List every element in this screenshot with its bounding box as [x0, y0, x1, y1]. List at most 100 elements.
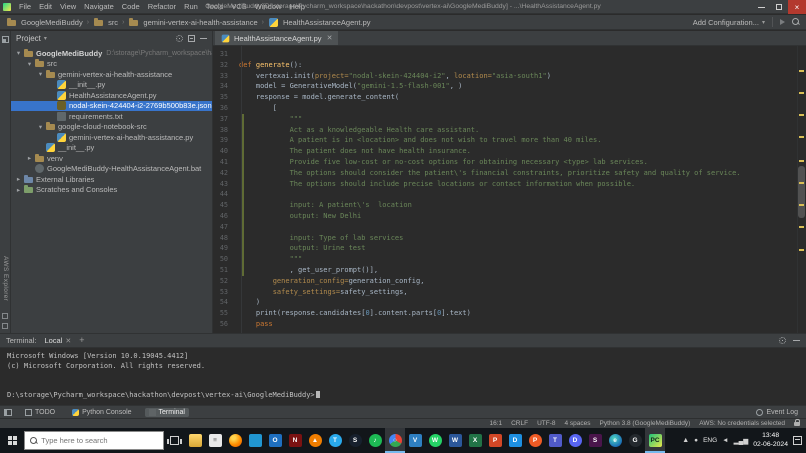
terminal-settings-icon[interactable]: [779, 337, 786, 344]
tree-item[interactable]: ▸ External Libraries: [11, 174, 212, 185]
taskbar-app-excel[interactable]: X: [465, 428, 485, 453]
taskbar-app-docker[interactable]: D: [505, 428, 525, 453]
status-segment[interactable]: 4 spaces: [565, 420, 591, 427]
tool-button-event-log[interactable]: Event Log: [752, 408, 802, 417]
close-button[interactable]: ×: [788, 0, 806, 14]
minimize-button[interactable]: [752, 0, 770, 14]
taskbar-search[interactable]: [24, 431, 164, 450]
hide-panel-icon[interactable]: [200, 38, 207, 39]
expand-arrow-icon[interactable]: ▸: [14, 175, 23, 183]
add-configuration-button[interactable]: Add Configuration... ▾: [693, 18, 765, 27]
tree-item[interactable]: HealthAssistanceAgent.py: [11, 90, 212, 101]
gear-icon[interactable]: [176, 35, 183, 42]
start-button[interactable]: [0, 428, 24, 453]
taskbar-app-chrome[interactable]: ○: [385, 428, 405, 453]
taskbar-app-notepad[interactable]: ≡: [205, 428, 225, 453]
maximize-button[interactable]: [770, 0, 788, 14]
taskbar-app-pycharm[interactable]: PC: [645, 428, 665, 453]
expand-arrow-icon[interactable]: ▾: [25, 60, 34, 68]
tray-expand-icon[interactable]: ▲: [682, 437, 689, 444]
taskbar-app-spotify[interactable]: ♪: [365, 428, 385, 453]
expand-arrow-icon[interactable]: ▸: [14, 186, 23, 194]
breadcrumb-item[interactable]: GoogleMediBuddy: [6, 17, 83, 27]
status-segment[interactable]: UTF-8: [537, 420, 555, 427]
language-indicator[interactable]: ENG: [703, 437, 717, 444]
search-everywhere-icon[interactable]: [792, 18, 800, 26]
scrollbar-thumb[interactable]: [798, 166, 805, 218]
taskbar-app-postman[interactable]: P: [525, 428, 545, 453]
tray-app-icon[interactable]: ●: [694, 437, 698, 444]
collapse-all-icon[interactable]: [188, 35, 195, 42]
tool-button-python-console[interactable]: Python Console: [68, 408, 135, 417]
favorites-tool-icon[interactable]: [2, 323, 8, 329]
menu-item-run[interactable]: Run: [180, 0, 202, 14]
project-panel-title[interactable]: Project: [16, 34, 41, 43]
tree-item[interactable]: __init__.py: [11, 143, 212, 154]
breadcrumb-item[interactable]: gemini-vertex-ai-health-assistance: [128, 17, 258, 27]
taskbar-app-firefox[interactable]: [225, 428, 245, 453]
volume-icon[interactable]: ◄: [722, 437, 728, 444]
expand-arrow-icon[interactable]: ▸: [25, 154, 34, 162]
tree-item[interactable]: __init__.py: [11, 80, 212, 91]
menu-item-edit[interactable]: Edit: [35, 0, 56, 14]
close-tab-icon[interactable]: ✕: [327, 34, 333, 42]
action-center-icon[interactable]: [793, 436, 802, 445]
taskbar-app-steam[interactable]: S: [345, 428, 365, 453]
lock-icon[interactable]: [794, 418, 800, 426]
expand-arrow-icon[interactable]: ▾: [36, 70, 45, 78]
menu-item-refactor[interactable]: Refactor: [144, 0, 180, 14]
tree-item[interactable]: ▸ Scratches and Consoles: [11, 185, 212, 196]
terminal-tab-local[interactable]: Local ✕: [44, 336, 71, 345]
taskbar-app-word[interactable]: W: [445, 428, 465, 453]
tree-item[interactable]: ▸ venv: [11, 153, 212, 164]
taskbar-app-photos[interactable]: [245, 428, 265, 453]
menu-item-code[interactable]: Code: [118, 0, 144, 14]
tree-item[interactable]: ▾ GoogleMediBuddy D:\storage\Pycharm_works…: [11, 48, 212, 59]
chevron-down-icon[interactable]: ▾: [44, 35, 47, 42]
network-icon[interactable]: ▂▄▆: [734, 437, 749, 445]
menu-item-navigate[interactable]: Navigate: [80, 0, 118, 14]
tool-button-todo[interactable]: TODO: [21, 408, 59, 417]
menu-item-file[interactable]: File: [15, 0, 35, 14]
project-tool-icon[interactable]: [2, 36, 9, 43]
taskbar-app-github[interactable]: G: [625, 428, 645, 453]
taskbar-app-vlc[interactable]: ▲: [305, 428, 325, 453]
menu-item-view[interactable]: View: [56, 0, 80, 14]
toolwindow-toggle-icon[interactable]: [4, 408, 12, 416]
run-icon[interactable]: [780, 19, 785, 25]
expand-arrow-icon[interactable]: ▾: [14, 49, 23, 57]
status-segment[interactable]: CRLF: [511, 420, 528, 427]
taskbar-app-edge[interactable]: e: [605, 428, 625, 453]
status-segment[interactable]: 16:1: [489, 420, 502, 427]
tree-item[interactable]: GoogleMediBuddy-HealthAssistanceAgent.ba…: [11, 164, 212, 175]
breadcrumb-item[interactable]: src: [93, 17, 118, 27]
taskbar-app-outlook[interactable]: O: [265, 428, 285, 453]
taskbar-app-vscode[interactable]: V: [405, 428, 425, 453]
editor-tab[interactable]: HealthAssistanceAgent.py ✕: [215, 31, 339, 45]
taskbar-app-discord[interactable]: D: [565, 428, 585, 453]
status-segment[interactable]: AWS: No credentials selected: [699, 420, 785, 427]
taskbar-app-file-explorer[interactable]: [185, 428, 205, 453]
taskbar-app-powerpoint[interactable]: P: [485, 428, 505, 453]
minimize-terminal-icon[interactable]: [793, 340, 800, 341]
new-terminal-icon[interactable]: +: [79, 336, 84, 345]
close-terminal-tab-icon[interactable]: ✕: [65, 337, 71, 345]
taskbar-app-slack[interactable]: S: [585, 428, 605, 453]
taskbar-app-whatsapp[interactable]: W: [425, 428, 445, 453]
taskbar-app-teams[interactable]: T: [545, 428, 565, 453]
tree-item[interactable]: requirements.txt: [11, 111, 212, 122]
tree-item[interactable]: gemini-vertex-ai-health-assistance.py: [11, 132, 212, 143]
taskbar-app-telegram[interactable]: T: [325, 428, 345, 453]
terminal-output[interactable]: Microsoft Windows [Version 10.0.19045.44…: [0, 348, 806, 404]
task-view-icon[interactable]: [167, 436, 182, 445]
taskbar-clock[interactable]: 13:48 02-06-2024: [753, 432, 788, 449]
tool-button-terminal[interactable]: Terminal: [144, 407, 189, 417]
tree-item[interactable]: ▾ google-cloud-notebook-src: [11, 122, 212, 133]
tree-item[interactable]: nodal-skein-424404-i2-2769b500b83e.json: [11, 100, 212, 111]
code-editor[interactable]: 31 32 def generate(): 33 vertexai.init(proj…: [213, 46, 806, 333]
editor-scrollbar[interactable]: [797, 46, 806, 333]
tree-item[interactable]: ▾ src: [11, 59, 212, 70]
search-input[interactable]: [41, 436, 158, 445]
tree-item[interactable]: ▾ gemini-vertex-ai-health-assistance: [11, 69, 212, 80]
breadcrumb-item[interactable]: HealthAssistanceAgent.py: [268, 17, 371, 27]
